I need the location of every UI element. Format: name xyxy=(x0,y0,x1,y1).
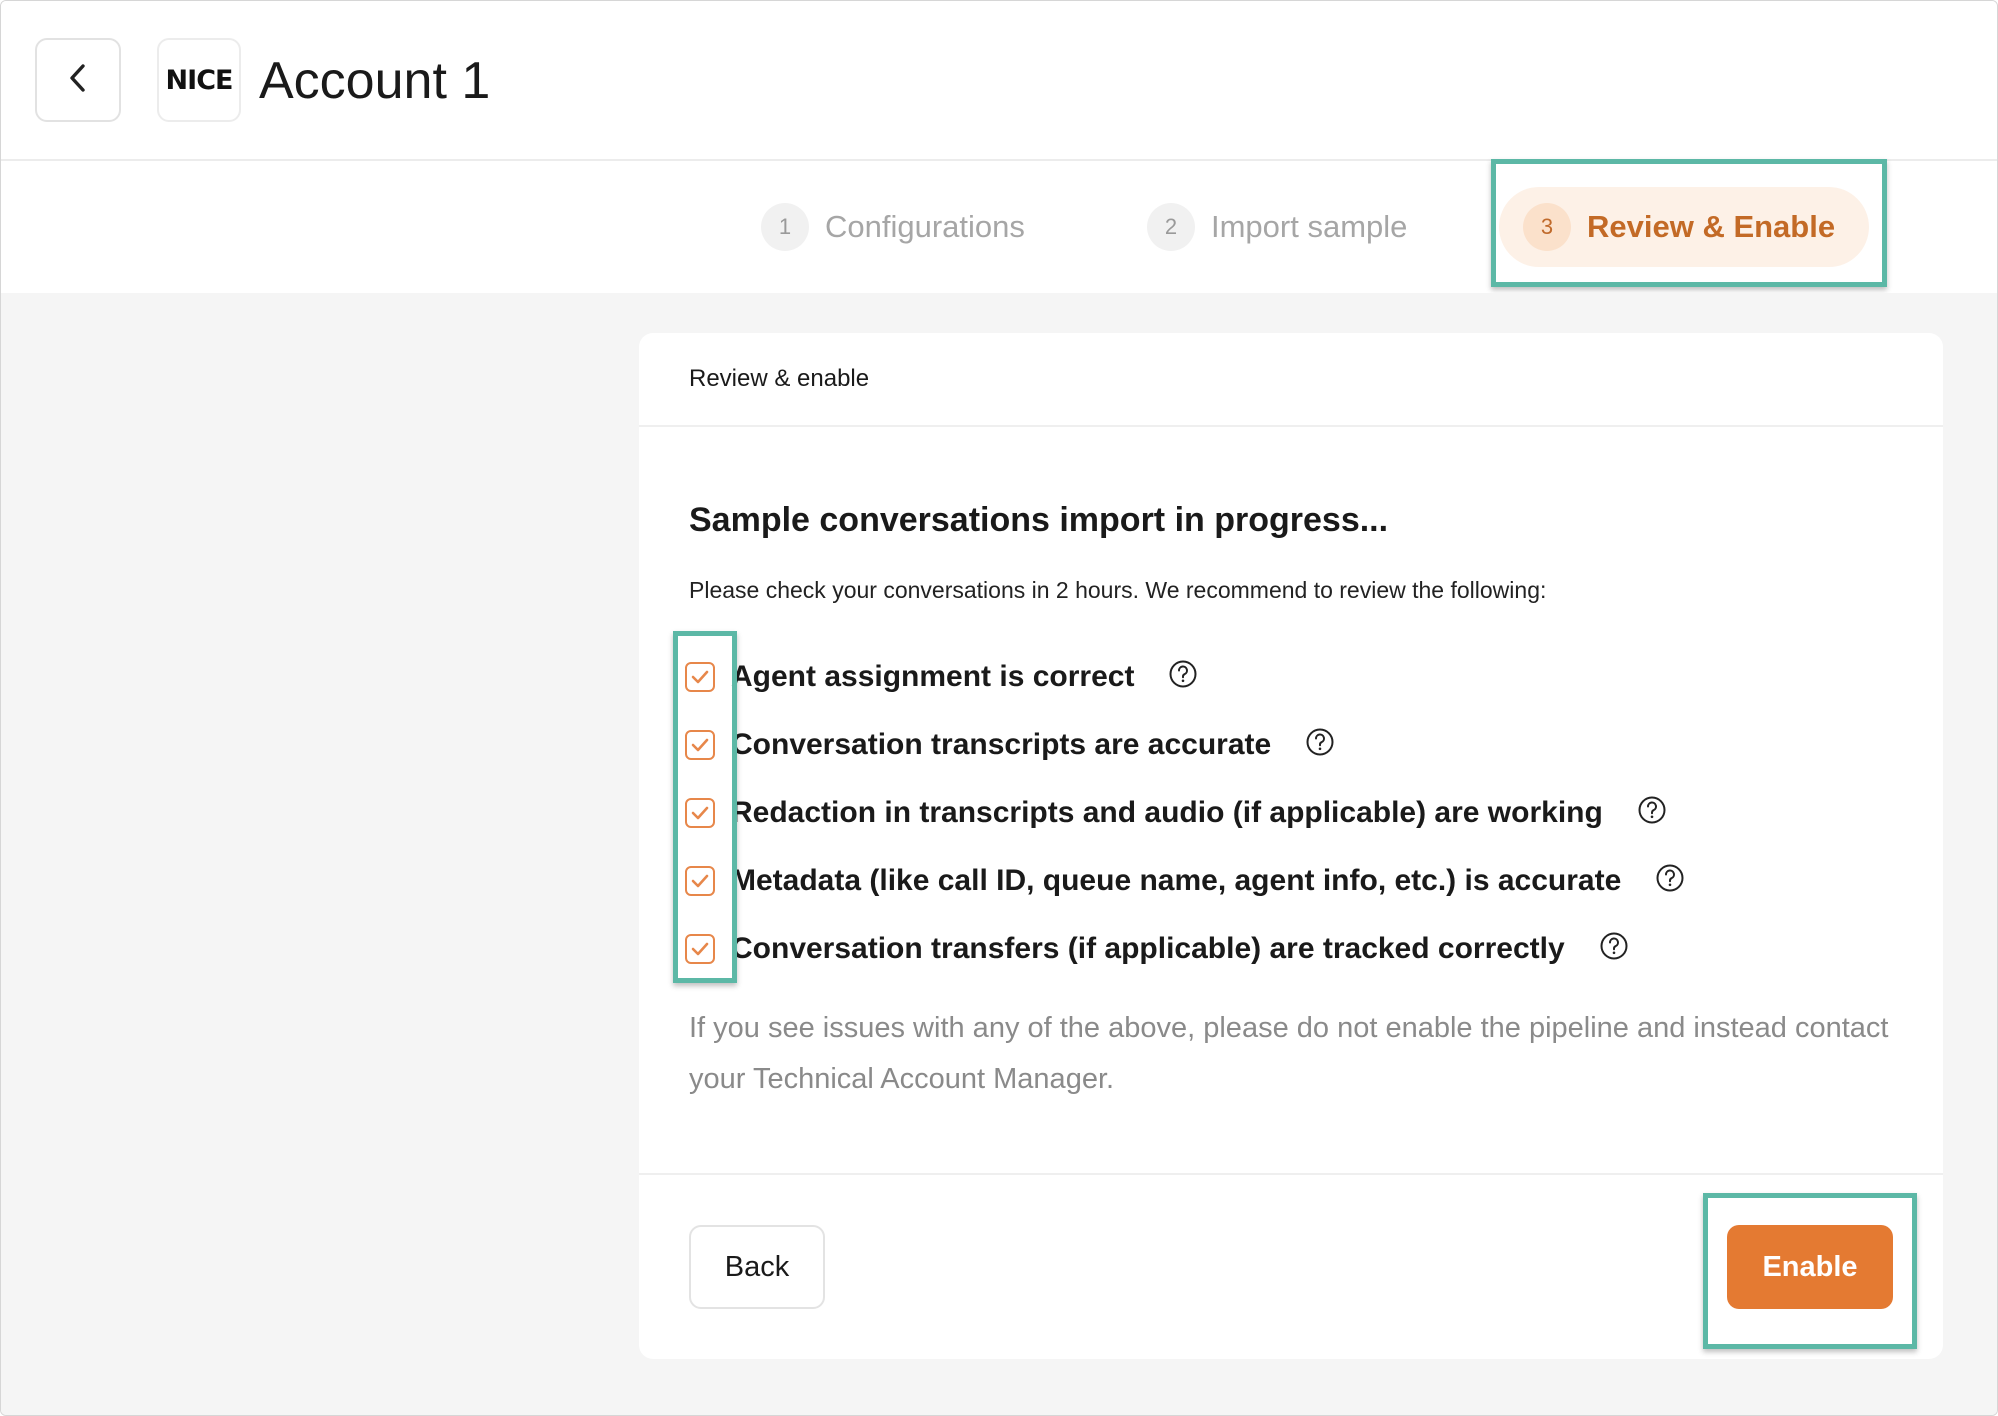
card-title: Review & enable xyxy=(689,365,870,392)
checklist-label: Agent assignment is correct xyxy=(731,660,1135,693)
highlight-box-enable xyxy=(1703,1193,1917,1349)
highlight-box-step xyxy=(1491,159,1887,287)
checklist-item: Conversation transfers (if applicable) a… xyxy=(685,915,1685,983)
logo-text: NICE xyxy=(165,64,234,96)
page-header: NICE Account 1 xyxy=(1,1,1997,161)
back-button[interactable]: Back xyxy=(689,1225,825,1309)
checklist-label: Conversation transcripts are accurate xyxy=(731,728,1272,761)
divider xyxy=(639,1173,1943,1175)
back-nav-button[interactable] xyxy=(35,38,121,122)
step-label: Import sample xyxy=(1211,209,1408,244)
checklist-item: Conversation transcripts are accurate xyxy=(685,711,1685,779)
checklist-item: Metadata (like call ID, queue name, agen… xyxy=(685,847,1685,915)
help-icon[interactable] xyxy=(1637,795,1667,825)
checklist-item: Redaction in transcripts and audio (if a… xyxy=(685,779,1685,847)
step-number: 2 xyxy=(1147,203,1195,251)
progress-subtitle: Please check your conversations in 2 hou… xyxy=(689,577,1547,603)
app-window: NICE Account 1 1 Configurations 2 Import… xyxy=(0,0,1998,1416)
card-header: Review & enable xyxy=(639,333,1943,427)
step-configurations[interactable]: 1 Configurations xyxy=(761,187,1025,267)
help-icon[interactable] xyxy=(1655,863,1685,893)
warning-note: If you see issues with any of the above,… xyxy=(689,1012,1889,1095)
progress-heading: Sample conversations import in progress.… xyxy=(689,501,1389,539)
step-label: Configurations xyxy=(825,209,1025,244)
help-icon[interactable] xyxy=(1599,931,1629,961)
highlight-box-checkboxes xyxy=(673,631,737,983)
chevron-left-icon xyxy=(67,61,89,100)
checklist-label: Conversation transfers (if applicable) a… xyxy=(731,932,1565,965)
checklist-label: Redaction in transcripts and audio (if a… xyxy=(731,796,1603,829)
checklist-label: Metadata (like call ID, queue name, agen… xyxy=(731,864,1622,897)
step-import-sample[interactable]: 2 Import sample xyxy=(1147,187,1407,267)
nice-logo: NICE xyxy=(157,38,241,122)
help-icon[interactable] xyxy=(1168,659,1198,689)
help-icon[interactable] xyxy=(1305,727,1335,757)
step-number: 1 xyxy=(761,203,809,251)
review-checklist: Agent assignment is correct Conversation… xyxy=(685,643,1685,983)
checklist-item: Agent assignment is correct xyxy=(685,643,1685,711)
page-title: Account 1 xyxy=(259,52,491,110)
